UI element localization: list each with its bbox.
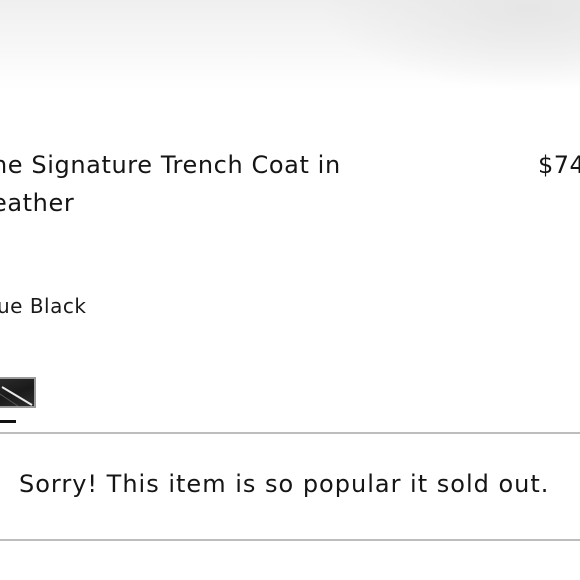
product-image-edge (0, 0, 580, 90)
product-detail-panel: he Signature Trench Coat in eather $74 u… (0, 0, 580, 580)
product-title: he Signature Trench Coat in eather (0, 151, 341, 217)
selected-swatch-indicator (0, 420, 16, 423)
divider (0, 539, 580, 541)
sold-out-message: Sorry! This item is so popular it sold o… (19, 470, 550, 498)
divider (0, 432, 580, 434)
product-price: $74 (538, 151, 580, 179)
selected-color-label: ue Black (0, 294, 87, 318)
color-swatch-selected[interactable] (0, 377, 36, 408)
swatch-texture (0, 386, 33, 406)
